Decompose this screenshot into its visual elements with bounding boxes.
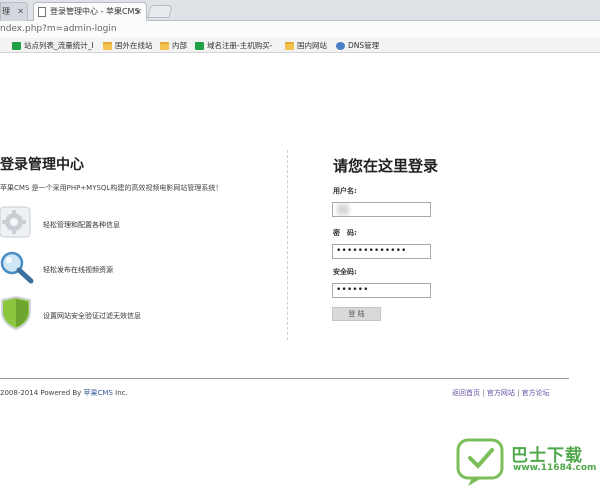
bookmark-item[interactable]: DNS管理	[336, 38, 379, 53]
feature-text: 轻松管理和配置各种信息	[43, 221, 120, 229]
password-label: 密 码:	[333, 229, 357, 237]
footer-links: 返回首页 | 官方网站 | 官方论坛	[452, 388, 550, 398]
password-field[interactable]: •••••••••••••	[332, 244, 431, 259]
login-button[interactable]: 登 陆	[332, 307, 381, 321]
page-title: 登录管理中心	[0, 157, 84, 173]
gear-icon	[0, 206, 31, 238]
security-code-label: 安全码:	[333, 268, 357, 276]
bookmark-label: 国外在线站	[115, 41, 153, 50]
bookmark-item[interactable]: 站点列表_流量统计_I	[12, 38, 94, 53]
feature-text: 设置网站安全验证过滤无效信息	[43, 312, 141, 320]
login-title: 请您在这里登录	[333, 157, 439, 175]
magnifier-icon	[0, 251, 34, 284]
close-icon[interactable]: ✕	[17, 3, 24, 20]
copyright-prefix: 2008-2014 Powered By	[0, 389, 82, 397]
footer-divider	[0, 378, 569, 379]
username-field[interactable]	[332, 202, 431, 217]
tab-previous[interactable]: 理 ✕	[0, 2, 28, 21]
bookmarks-bar: 站点列表_流量统计_I 国外在线站 内部 域名注册-主机购买- 国内网站 DNS…	[0, 38, 600, 53]
folder-icon	[103, 41, 112, 50]
green-app-icon	[12, 41, 21, 50]
shield-icon	[0, 296, 31, 330]
close-icon[interactable]: ✕	[135, 3, 142, 20]
page: { "browser": { "tabs": [ {"label": "理", …	[0, 0, 600, 489]
bookmark-label: 域名注册-主机购买-	[207, 41, 273, 50]
username-label: 用户名:	[333, 187, 357, 195]
official-site-link[interactable]: 官方网站	[487, 389, 515, 397]
separator: |	[517, 389, 520, 397]
bookmark-label: 国内网站	[297, 41, 327, 50]
address-bar[interactable]: ndex.php?m=admin-login	[0, 21, 600, 38]
tab-label: 登录管理中心 - 苹果CMS	[50, 7, 140, 16]
folder-icon	[160, 41, 169, 50]
watermark-url: www.11684.com	[513, 463, 597, 473]
bookmark-folder[interactable]: 内部	[160, 38, 187, 53]
system-description: 苹果CMS 是一个采用PHP+MYSQL构建的高效视频电影网站管理系统！	[0, 184, 223, 192]
copyright: 2008-2014 Powered By 苹果CMS Inc.	[0, 388, 128, 398]
security-code-field[interactable]: ••••••	[332, 283, 431, 298]
brand-link[interactable]: 苹果CMS	[84, 389, 113, 397]
home-link[interactable]: 返回首页	[452, 389, 480, 397]
tab-label: 理	[2, 7, 10, 16]
bookmark-label: 内部	[172, 41, 187, 50]
separator: |	[482, 389, 485, 397]
tab-strip: 理 ✕ 登录管理中心 - 苹果CMS ✕	[0, 0, 600, 21]
bookmark-label: 站点列表_流量统计_I	[24, 41, 94, 50]
tab-login[interactable]: 登录管理中心 - 苹果CMS ✕	[33, 2, 147, 21]
globe-icon	[336, 41, 345, 50]
copyright-suffix: Inc.	[115, 389, 128, 397]
bookmark-folder[interactable]: 国外在线站	[103, 38, 153, 53]
feature-text: 轻松发布在线视频资源	[43, 266, 113, 274]
page-icon	[38, 7, 46, 17]
official-forum-link[interactable]: 官方论坛	[522, 389, 550, 397]
column-divider	[287, 150, 288, 340]
green-app-icon	[195, 41, 204, 50]
url-text: ndex.php?m=admin-login	[0, 24, 117, 34]
bookmark-label: DNS管理	[348, 41, 380, 50]
bookmark-item[interactable]: 域名注册-主机购买-	[195, 38, 272, 53]
bookmark-folder[interactable]: 国内网站	[285, 38, 327, 53]
folder-icon	[285, 41, 294, 50]
new-tab-button[interactable]	[147, 5, 173, 18]
